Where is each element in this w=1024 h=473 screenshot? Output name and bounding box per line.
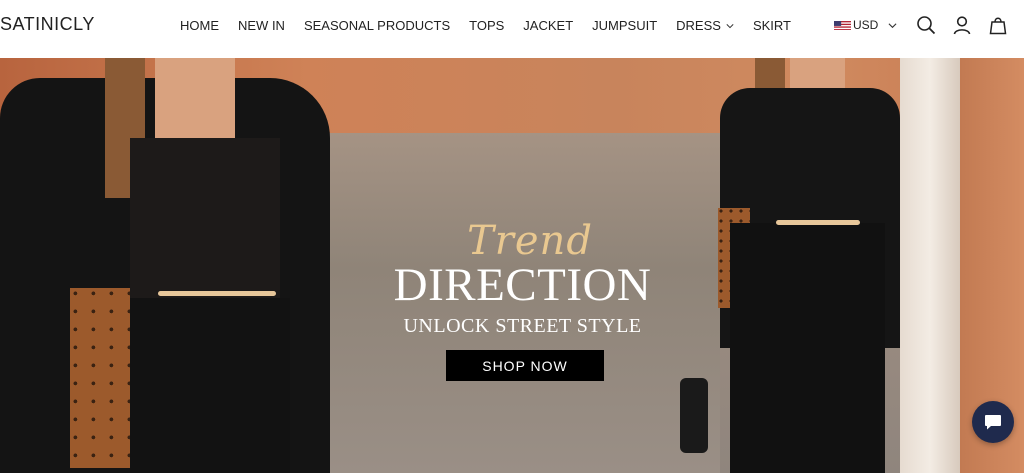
nav-label: JACKET (523, 18, 574, 33)
nav-item-dress[interactable]: DRESS (676, 18, 734, 33)
chevron-down-icon (888, 22, 897, 28)
nav-label: DRESS (676, 18, 721, 33)
nav-label: NEW IN (238, 18, 285, 33)
cart-icon[interactable] (988, 15, 1008, 35)
chat-launcher-button[interactable] (972, 401, 1014, 443)
chevron-down-icon (726, 23, 734, 28)
hero-background-column (900, 58, 960, 473)
nav-item-new-in[interactable]: NEW IN (238, 18, 285, 33)
nav-label: TOPS (469, 18, 505, 33)
hero-banner[interactable]: Trend DIRECTION UNLOCK STREET STYLE SHOP… (0, 58, 1024, 473)
search-icon[interactable] (916, 15, 936, 35)
currency-selector[interactable]: USD (834, 18, 897, 32)
nav-label: JUMPSUIT (592, 18, 658, 33)
nav-item-home[interactable]: HOME (180, 18, 219, 33)
nav-item-tops[interactable]: TOPS (469, 18, 504, 33)
hero-title: DIRECTION (393, 259, 652, 311)
account-icon[interactable] (952, 15, 972, 35)
nav-item-seasonal-products[interactable]: SEASONAL PRODUCTS (304, 18, 450, 33)
nav-label: SKIRT (752, 18, 791, 33)
model-left-pants (130, 298, 290, 473)
nav-item-jacket[interactable]: JACKET (523, 18, 573, 33)
model-right-belt (776, 220, 860, 225)
us-flag-icon (834, 20, 851, 30)
shop-now-button[interactable]: SHOP NOW (446, 350, 604, 381)
chat-icon (985, 415, 1001, 430)
model-right-bag (680, 378, 708, 453)
currency-label: USD (853, 18, 879, 32)
nav-label: HOME (180, 18, 219, 33)
site-header: SATINICLY HOME NEW IN SEASONAL PRODUCTS … (0, 0, 1024, 58)
main-nav: HOME NEW IN SEASONAL PRODUCTS TOPS JACKE… (180, 18, 810, 33)
model-left-belt (158, 291, 276, 296)
hero-subtitle: UNLOCK STREET STYLE (403, 315, 642, 337)
site-logo[interactable]: SATINICLY (0, 14, 95, 35)
model-right-pants (730, 223, 885, 473)
nav-label: SEASONAL PRODUCTS (303, 18, 451, 33)
nav-item-jumpsuit[interactable]: JUMPSUIT (592, 18, 657, 33)
nav-item-skirt[interactable]: SKIRT (753, 18, 791, 33)
